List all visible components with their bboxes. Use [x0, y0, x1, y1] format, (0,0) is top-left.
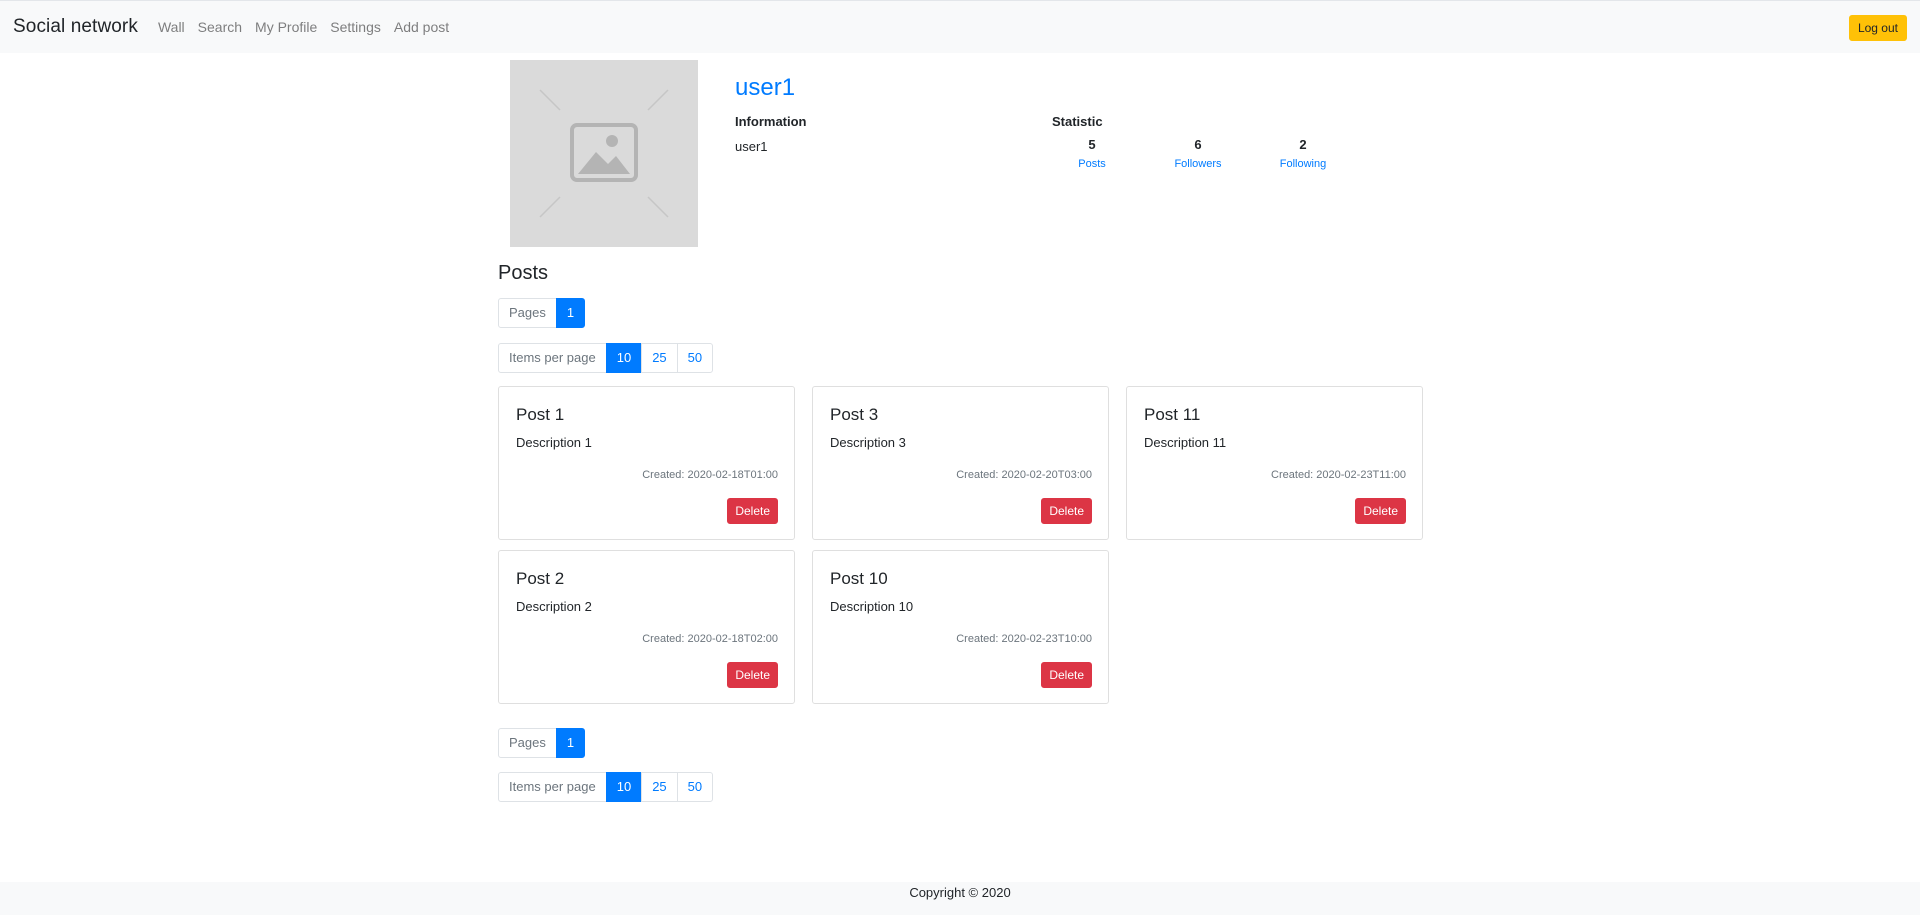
page-button-1[interactable]: 1 — [555, 298, 586, 328]
stat-followers: 6 Followers — [1143, 137, 1253, 170]
post-card: Post 11 Description 11 Created: 2020-02-… — [1126, 386, 1423, 540]
post-description: Description 10 — [830, 599, 914, 614]
stat-followers-link[interactable]: Followers — [1143, 158, 1253, 170]
information-heading: Information — [735, 114, 807, 129]
copyright-text: Copyright © 2020 — [909, 885, 1011, 900]
post-title: Post 3 — [830, 405, 879, 424]
brand-link[interactable]: Social network — [13, 16, 138, 38]
items-per-page-10[interactable]: 10 — [605, 772, 643, 802]
items-per-page-top: Items per page 10 25 50 — [498, 343, 714, 373]
stat-following-value: 2 — [1299, 137, 1307, 152]
pagination-bottom: Pages 1 — [498, 728, 586, 758]
delete-post-button[interactable]: Delete — [727, 498, 778, 524]
post-created-date: Created: 2020-02-20T03:00 — [956, 469, 1092, 481]
pages-label: Pages — [498, 298, 557, 328]
footer: Copyright © 2020 — [0, 882, 1920, 915]
post-card: Post 1 Description 1 Created: 2020-02-18… — [498, 386, 795, 540]
delete-post-button[interactable]: Delete — [1041, 498, 1092, 524]
stat-following-link[interactable]: Following — [1248, 158, 1358, 170]
pages-label: Pages — [498, 728, 557, 758]
logout-button[interactable]: Log out — [1848, 15, 1907, 41]
post-description: Description 3 — [830, 435, 906, 450]
nav-link-add-post[interactable]: Add post — [394, 19, 449, 35]
avatar — [510, 60, 698, 247]
post-created-date: Created: 2020-02-23T10:00 — [956, 633, 1092, 645]
information-value: user1 — [735, 139, 768, 154]
nav-link-settings[interactable]: Settings — [330, 19, 381, 35]
items-per-page-25[interactable]: 25 — [641, 772, 678, 802]
profile-username: user1 — [735, 74, 796, 101]
items-per-page-50[interactable]: 50 — [676, 772, 714, 802]
stat-posts-link[interactable]: Posts — [1037, 158, 1147, 170]
stat-posts-value: 5 — [1088, 137, 1096, 152]
post-description: Description 1 — [516, 435, 592, 450]
items-per-page-10[interactable]: 10 — [605, 343, 643, 373]
image-placeholder-icon — [510, 60, 698, 247]
items-per-page-label: Items per page — [498, 343, 607, 373]
post-description: Description 2 — [516, 599, 592, 614]
post-card: Post 2 Description 2 Created: 2020-02-18… — [498, 550, 795, 704]
post-created-date: Created: 2020-02-23T11:00 — [1271, 469, 1406, 481]
stat-posts: 5 Posts — [1037, 137, 1147, 170]
items-per-page-25[interactable]: 25 — [641, 343, 678, 373]
stat-following: 2 Following — [1248, 137, 1358, 170]
post-title: Post 1 — [516, 405, 565, 424]
statistic-heading: Statistic — [1052, 114, 1103, 129]
nav-link-search[interactable]: Search — [198, 19, 242, 35]
delete-post-button[interactable]: Delete — [1355, 498, 1406, 524]
posts-heading: Posts — [498, 262, 549, 284]
post-description: Description 11 — [1144, 435, 1227, 450]
post-created-date: Created: 2020-02-18T02:00 — [642, 633, 778, 645]
items-per-page-bottom: Items per page 10 25 50 — [498, 772, 714, 802]
post-card: Post 3 Description 3 Created: 2020-02-20… — [812, 386, 1109, 540]
post-card: Post 10 Description 10 Created: 2020-02-… — [812, 550, 1109, 704]
stat-followers-value: 6 — [1194, 137, 1202, 152]
delete-post-button[interactable]: Delete — [727, 662, 778, 688]
post-title: Post 10 — [830, 569, 888, 588]
top-navbar: Social network Wall Search My Profile Se… — [0, 0, 1920, 53]
delete-post-button[interactable]: Delete — [1041, 662, 1092, 688]
post-title: Post 11 — [1144, 405, 1201, 424]
post-created-date: Created: 2020-02-18T01:00 — [642, 469, 778, 481]
items-per-page-50[interactable]: 50 — [676, 343, 714, 373]
nav-link-wall[interactable]: Wall — [158, 19, 185, 35]
nav-link-my-profile[interactable]: My Profile — [255, 19, 317, 35]
post-title: Post 2 — [516, 569, 565, 588]
items-per-page-label: Items per page — [498, 772, 607, 802]
page-button-1[interactable]: 1 — [555, 728, 586, 758]
pagination-top: Pages 1 — [498, 298, 586, 328]
